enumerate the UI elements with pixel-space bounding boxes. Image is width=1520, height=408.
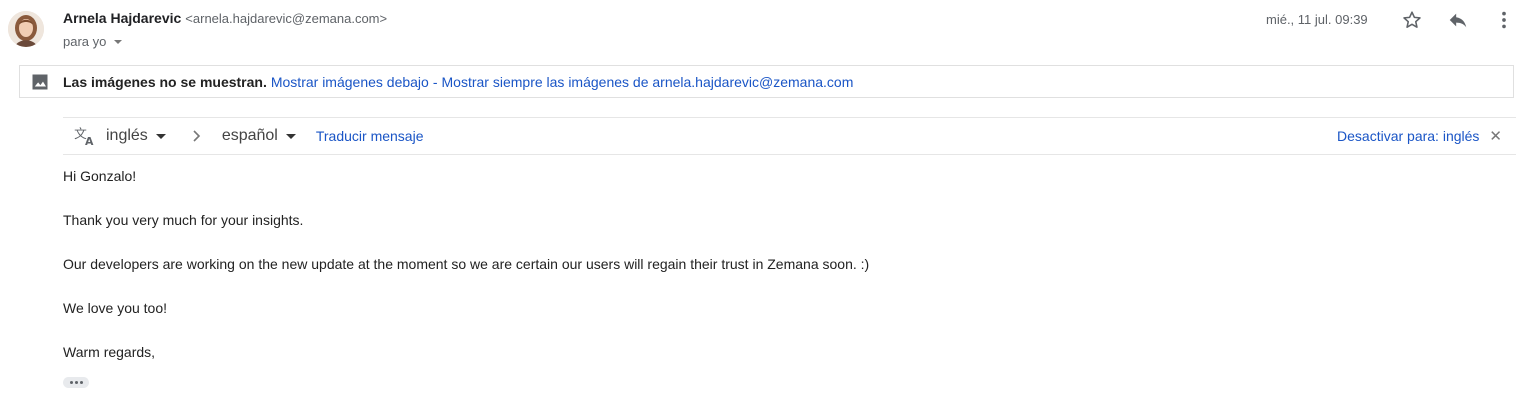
more-horiz-icon-dot — [79, 381, 83, 384]
caret-down-icon — [155, 133, 166, 139]
message-line: Warm regards, — [63, 344, 156, 360]
link-separator: - — [432, 73, 438, 90]
translate-bar: 文 A inglés español Traducir mensaje Desa… — [63, 117, 1516, 155]
recipient-line[interactable]: para yo — [63, 34, 123, 49]
target-language-label: español — [221, 127, 278, 144]
message-line: We love you too! — [63, 300, 168, 316]
message-line: Our developers are working on the new up… — [63, 256, 870, 272]
image-icon — [31, 73, 49, 91]
more-horiz-icon-dot — [74, 381, 78, 384]
chevron-down-icon[interactable] — [114, 39, 123, 44]
star-icon — [1403, 11, 1421, 28]
recipient-label: para yo — [63, 34, 107, 49]
always-show-images-link[interactable]: Mostrar siempre las imágenes de arnela.h… — [442, 74, 854, 90]
more-vert-icon — [1502, 11, 1506, 29]
show-trimmed-content-button[interactable] — [63, 377, 89, 388]
sender-email: <arnela.hajdarevic@zemana.com> — [185, 11, 388, 26]
more-options-button[interactable] — [1491, 7, 1517, 33]
show-images-below-link[interactable]: Mostrar imágenes debajo — [271, 74, 429, 90]
caret-down-icon — [285, 133, 296, 139]
sender-line: Arnela Hajdarevic <arnela.hajdarevic@zema… — [63, 10, 387, 26]
deactivate-translation: Desactivar para: inglés ✕ — [1337, 118, 1516, 154]
source-language-label: inglés — [106, 127, 148, 144]
source-language-select[interactable]: inglés — [106, 127, 166, 145]
more-horiz-icon — [69, 381, 73, 384]
deactivate-for-language-link[interactable]: Desactivar para: inglés — [1337, 128, 1479, 144]
message-line: Hi Gonzalo! — [63, 168, 137, 184]
svg-text:A: A — [85, 135, 94, 146]
avatar-image — [8, 11, 44, 47]
message-date: mié., 11 jul. 09:39 — [1266, 12, 1368, 27]
star-button[interactable] — [1399, 7, 1425, 33]
close-icon[interactable]: ✕ — [1489, 127, 1502, 145]
reply-icon — [1449, 13, 1467, 28]
message-line: Thank you very much for your insights. — [63, 212, 304, 228]
sender-name[interactable]: Arnela Hajdarevic — [63, 10, 181, 26]
images-hidden-notice: Las imágenes no se muestran. Mostrar imá… — [19, 65, 1514, 98]
images-hidden-text: Las imágenes no se muestran. — [63, 73, 267, 90]
reply-button[interactable] — [1445, 7, 1471, 33]
chevron-right-icon — [192, 130, 202, 142]
target-language-select[interactable]: español — [222, 127, 296, 145]
translate-icon: 文 A — [74, 126, 96, 146]
translate-message-link[interactable]: Traducir mensaje — [316, 128, 424, 144]
sender-avatar[interactable] — [8, 11, 44, 47]
